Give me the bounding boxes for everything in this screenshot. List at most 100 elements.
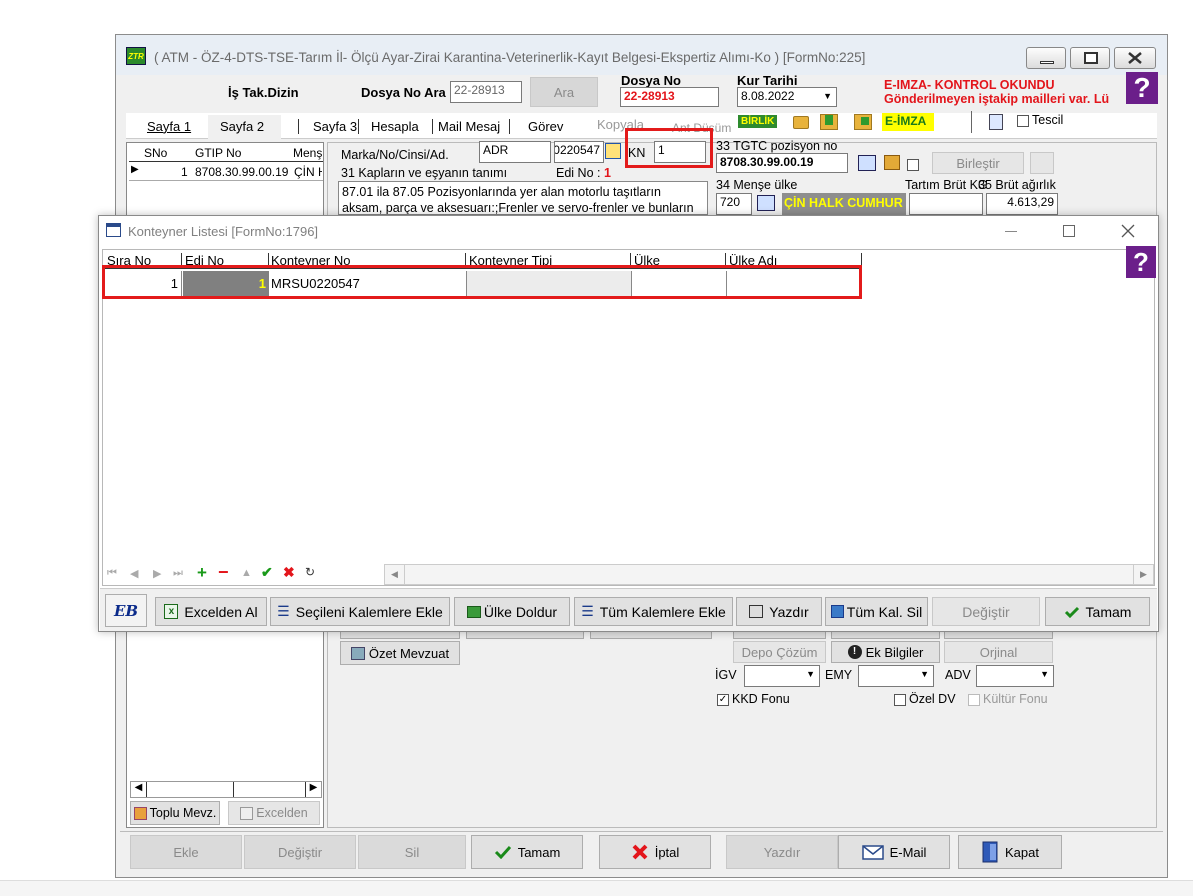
nav-last-icon[interactable]: ⏭ [173,567,183,580]
kur-tarihi-select[interactable]: 8.08.2022 ▼ [737,87,837,107]
minimize-button[interactable] [1026,47,1066,69]
tab-hesapla[interactable]: Hesapla [358,119,419,134]
dialog-minimize-button[interactable] [999,222,1025,240]
edit-icon[interactable] [605,143,621,159]
dialog-degistir-button[interactable]: Değiştir [932,597,1040,626]
is-tak-dizin-link[interactable]: İş Tak.Dizin [228,85,299,100]
folder-icon[interactable] [793,116,809,129]
scroll-left-icon[interactable]: ◀ [385,565,405,584]
nav-refresh-icon[interactable]: ↻ [305,565,315,579]
kultur-fonu-checkbox[interactable]: Kültür Fonu [968,692,1048,706]
brut-input[interactable]: 4.613,29 [986,193,1058,215]
excelden-al-button[interactable]: x Excelden Al [155,597,267,626]
adv-select[interactable]: ▼ [976,665,1054,687]
help-icon[interactable]: ? [1126,72,1158,104]
scroll-right-icon[interactable]: ▶ [1133,565,1153,584]
ulke-doldur-button[interactable]: Ülke Doldur [454,597,570,626]
nav-add-icon[interactable]: + [197,563,207,583]
toplu-mevz-button[interactable]: Toplu Mevz. [130,801,220,825]
birlestir-checkbox[interactable] [907,156,922,171]
eimza-badge[interactable]: E-İMZA [882,113,934,131]
folder-up-icon[interactable] [820,114,838,130]
grid-header-sno: SNo [144,146,168,160]
tartim-input[interactable] [909,193,983,215]
mense-code-input[interactable]: 720 [716,193,752,215]
dialog-h-scrollbar[interactable]: ◀ ▶ [384,564,1154,585]
scroll-right-icon[interactable]: ▶ [305,782,321,797]
kkd-fonu-checkbox[interactable]: ✓ KKD Fonu [717,692,790,706]
folder-open-icon[interactable] [854,114,872,130]
tum-kal-sil-button[interactable]: Tüm Kal. Sil [825,597,928,626]
nav-prev-icon[interactable]: ◀ [130,567,138,580]
ek-bilgiler-button[interactable]: ! Ek Bilgiler [831,641,940,663]
tgtc-lookup-icon[interactable] [858,155,876,171]
iptal-button[interactable]: İptal [599,835,711,869]
dialog-tamam-button[interactable]: Tamam [1045,597,1150,626]
table-row[interactable]: ▶ 1 8708.30.99.00.19 ÇİN H [129,163,323,181]
nav-first-icon[interactable]: ⏮ [107,567,117,580]
maximize-icon [1084,52,1098,64]
ozet-mevzuat-button[interactable]: Özet Mevzuat [340,641,460,665]
eb-logo-button[interactable]: EB [105,594,147,627]
maximize-button[interactable] [1070,47,1110,69]
ozel-dv-checkbox[interactable]: Özel DV [894,692,956,706]
tab-mail-mesaj[interactable]: Mail Mesaj [432,119,500,134]
nav-delete-icon[interactable]: − [218,562,229,583]
dosya-no-ara-input[interactable]: 22-28913 [450,81,522,103]
emy-select[interactable]: ▼ [858,665,934,687]
secileni-kalemlere-ekle-button[interactable]: ☰ Seçileni Kalemlere Ekle [270,597,450,626]
dosya-no-label: Dosya No [621,73,681,88]
row-mens: ÇİN H [294,165,322,179]
birlestir-button[interactable]: Birleştir [932,152,1024,174]
marka-input-2[interactable]: 0220547 [554,141,604,163]
kn-input[interactable]: 1 [654,141,706,163]
row-konteyner-tipi [467,271,632,296]
orjinal-button[interactable]: Orjinal [944,641,1053,663]
grid-header-gtip: GTIP No [195,146,242,160]
tamam-button[interactable]: Tamam [471,835,583,869]
excelden-button[interactable]: Excelden [228,801,320,825]
ant-dusum-link[interactable]: Ant Düşüm [672,121,731,135]
ara-button[interactable]: Ara [530,77,598,107]
email-button[interactable]: E-Mail [838,835,950,869]
igv-select[interactable]: ▼ [744,665,820,687]
box-icon[interactable] [884,155,900,170]
ekle-button[interactable]: Ekle [130,835,242,869]
depo-cozum-button[interactable]: Depo Çözüm [733,641,826,663]
birlik-badge[interactable]: BİRLİK [738,115,778,128]
dialog-maximize-button[interactable] [1057,222,1083,240]
tgtc-input[interactable]: 8708.30.99.00.19 [716,153,848,173]
table-row[interactable]: 1 1 MRSU0220547 [105,271,862,296]
nav-post-icon[interactable]: ✔ [261,564,273,581]
dialog-yazdir-button[interactable]: Yazdır [736,597,822,626]
mense-lookup-icon[interactable] [757,195,775,211]
yazdir-button[interactable]: Yazdır [726,835,838,869]
tab-sayfa-2[interactable]: Sayfa 2 [208,115,281,139]
konteyner-grid[interactable] [102,249,1155,586]
kapat-button[interactable]: Kapat [958,835,1062,869]
nav-cancel-icon[interactable]: ✖ [283,564,295,581]
dialog-help-icon[interactable]: ? [1126,246,1156,278]
sil-button[interactable]: Sil [358,835,466,869]
marka-input[interactable]: ADR [479,141,551,163]
description-textarea[interactable]: 87.01 ila 87.05 Pozisyonlarında yer alan… [338,181,708,215]
nav-edit-icon[interactable]: ▲ [241,567,252,579]
degistir-button[interactable]: Değiştir [244,835,356,869]
tescil-checkbox[interactable]: Tescil [1017,113,1063,127]
tab-sayfa-1[interactable]: Sayfa 1 [147,119,191,134]
scroll-left-icon[interactable]: ◀ [131,782,147,797]
close-window-button[interactable] [1114,47,1156,69]
small-disabled-button[interactable] [1030,152,1054,174]
cross-icon [632,844,648,860]
grid-h-scrollbar[interactable]: ◀ ▶ [130,781,322,798]
tum-kalemlere-ekle-button[interactable]: ☰ Tüm Kalemlere Ekle [574,597,733,626]
grid-header-mens: Menş [293,146,323,160]
nav-next-icon[interactable]: ▶ [153,567,161,580]
dialog-close-button[interactable] [1115,222,1141,240]
scroll-thumb[interactable] [148,782,234,797]
excel-icon [240,806,254,820]
search-doc-icon[interactable] [989,114,1003,130]
kopyala-link[interactable]: Kopyala [597,117,644,132]
tab-gorev[interactable]: Görev [509,119,563,134]
tab-sayfa-3[interactable]: Sayfa 3 [298,119,357,134]
